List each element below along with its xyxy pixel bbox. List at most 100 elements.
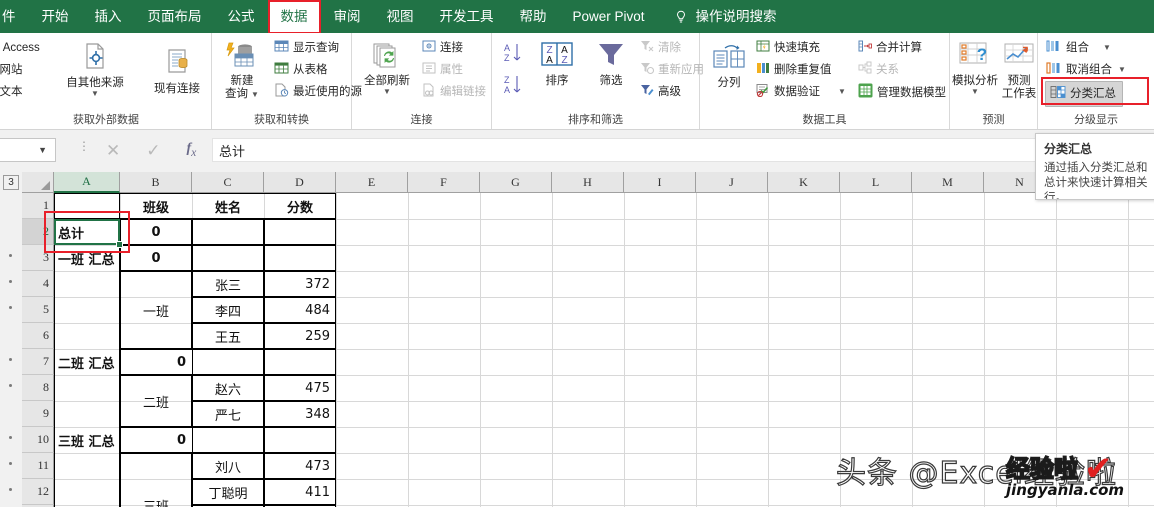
tab-home[interactable]: 开始 <box>29 0 82 33</box>
chevron-down-icon[interactable]: ▼ <box>38 145 47 155</box>
outline-level-button-3[interactable]: 3 <box>3 175 19 190</box>
function-icon[interactable]: fx <box>187 141 197 159</box>
tab-review[interactable]: 审阅 <box>321 0 374 33</box>
cancel-icon[interactable]: ✕ <box>106 142 120 159</box>
column-header-D[interactable]: D <box>264 172 336 193</box>
flash-fill-button[interactable]: 快速填充 <box>756 39 820 57</box>
cell-C11[interactable]: 刘八 <box>192 453 264 479</box>
active-cell-selection[interactable] <box>54 219 120 245</box>
new-query-button[interactable]: 新建 查询 ▼ <box>216 41 268 101</box>
row-header-2[interactable]: 2 <box>22 219 54 245</box>
cell-D11[interactable]: 473 <box>264 453 330 479</box>
from-text-button[interactable]: 自文本 <box>0 83 23 101</box>
consolidate-button[interactable]: 合并计算 <box>858 39 922 57</box>
row-header-1[interactable]: 1 <box>22 193 54 219</box>
cell-B1[interactable]: 班级 <box>120 193 192 219</box>
chevron-down-icon[interactable]: ▼ <box>1118 66 1126 74</box>
sort-az-button[interactable]: AZ <box>502 41 522 69</box>
from-web-button[interactable]: 自网站 <box>0 61 23 79</box>
show-queries-button[interactable]: 显示查询 <box>274 39 339 57</box>
cell-D9[interactable]: 348 <box>264 401 330 427</box>
formula-input[interactable]: 总计 <box>212 138 1148 162</box>
cell-C1[interactable]: 姓名 <box>192 193 264 219</box>
cell-B2[interactable]: 0 <box>120 219 192 245</box>
from-other-sources-button[interactable]: 自其他来源 ▼ <box>60 41 130 98</box>
cell-D1[interactable]: 分数 <box>264 193 336 219</box>
column-header-B[interactable]: B <box>120 172 192 193</box>
advanced-filter-button[interactable]: 高级 <box>640 83 681 101</box>
cell-B4[interactable]: 一班 <box>120 271 192 349</box>
row-header-9[interactable]: 9 <box>22 401 54 427</box>
chevron-down-icon[interactable]: ▼ <box>1103 44 1111 52</box>
name-box[interactable]: ▼ <box>0 138 56 162</box>
column-header-M[interactable]: M <box>912 172 984 193</box>
column-header-G[interactable]: G <box>480 172 552 193</box>
cell-C12[interactable]: 丁聪明 <box>192 479 264 505</box>
column-header-I[interactable]: I <box>624 172 696 193</box>
forecast-sheet-button[interactable]: 预测 工作表 <box>1000 41 1038 101</box>
cell-D5[interactable]: 484 <box>264 297 330 323</box>
connections-button[interactable]: 连接 <box>422 39 463 57</box>
formula-bar-handle[interactable]: ⋮ <box>78 140 90 152</box>
row-header-6[interactable]: 6 <box>22 323 54 349</box>
data-validation-button[interactable]: 数据验证 ▼ <box>756 83 846 101</box>
manage-data-model-button[interactable]: 管理数据模型 <box>858 83 946 102</box>
cell-B11[interactable]: 三班 <box>120 453 192 507</box>
column-header-A[interactable]: A <box>54 172 120 193</box>
row-header-8[interactable]: 8 <box>22 375 54 401</box>
cell-C8[interactable]: 赵六 <box>192 375 264 401</box>
from-access-button[interactable]: A 自 Access <box>0 39 40 57</box>
cell-B3[interactable]: 0 <box>120 245 192 271</box>
column-header-L[interactable]: L <box>840 172 912 193</box>
subtotal-button[interactable]: 分类汇总 <box>1045 81 1123 107</box>
sort-button[interactable]: ZAAZ 排序 <box>534 41 580 88</box>
tell-me-search[interactable]: 操作说明搜索 <box>658 0 790 33</box>
tab-data[interactable]: 数据 <box>267 0 321 34</box>
cell-B10[interactable]: 0 <box>120 427 186 453</box>
column-header-E[interactable]: E <box>336 172 408 193</box>
tab-view[interactable]: 视图 <box>374 0 427 33</box>
chevron-down-icon[interactable]: ▼ <box>838 88 846 96</box>
cell-C5[interactable]: 李四 <box>192 297 264 323</box>
cell-C4[interactable]: 张三 <box>192 271 264 297</box>
chevron-down-icon[interactable]: ▼ <box>251 90 259 99</box>
cell-D6[interactable]: 259 <box>264 323 330 349</box>
chevron-down-icon[interactable]: ▼ <box>971 88 979 96</box>
row-header-7[interactable]: 7 <box>22 349 54 375</box>
tab-pagelayout[interactable]: 页面布局 <box>135 0 215 33</box>
chevron-down-icon[interactable]: ▼ <box>383 88 391 96</box>
confirm-icon[interactable]: ✓ <box>146 142 160 159</box>
chevron-down-icon[interactable]: ▼ <box>91 90 99 98</box>
row-header-3[interactable]: 3 <box>22 245 54 271</box>
tab-help[interactable]: 帮助 <box>507 0 560 33</box>
cell-D8[interactable]: 475 <box>264 375 330 401</box>
cell-D4[interactable]: 372 <box>264 271 330 297</box>
group-button[interactable]: 组合 ▼ <box>1046 39 1111 57</box>
row-header-4[interactable]: 4 <box>22 271 54 297</box>
filter-button[interactable]: 筛选 <box>588 41 634 88</box>
text-to-columns-button[interactable]: 分列 <box>708 45 750 90</box>
cell-B8[interactable]: 二班 <box>120 375 192 427</box>
tab-powerpivot[interactable]: Power Pivot <box>560 0 658 33</box>
tab-developer[interactable]: 开发工具 <box>427 0 507 33</box>
column-header-C[interactable]: C <box>192 172 264 193</box>
ungroup-button[interactable]: 取消组合 ▼ <box>1046 61 1126 79</box>
recent-sources-button[interactable]: 最近使用的源 <box>274 83 362 101</box>
column-header-F[interactable]: F <box>408 172 480 193</box>
from-table-button[interactable]: 从表格 <box>274 61 328 79</box>
cell-C6[interactable]: 王五 <box>192 323 264 349</box>
existing-connections-button[interactable]: 现有连接 <box>146 47 208 96</box>
what-if-analysis-button[interactable]: ? 模拟分析 ▼ <box>952 41 998 96</box>
remove-duplicates-button[interactable]: 删除重复值 <box>756 61 832 79</box>
column-header-K[interactable]: K <box>768 172 840 193</box>
cell-B7[interactable]: 0 <box>120 349 186 375</box>
column-header-H[interactable]: H <box>552 172 624 193</box>
row-header-5[interactable]: 5 <box>22 297 54 323</box>
cell-C9[interactable]: 严七 <box>192 401 264 427</box>
select-all-corner[interactable] <box>22 172 54 193</box>
sort-za-button[interactable]: ZA <box>502 73 522 101</box>
refresh-all-button[interactable]: 全部刷新 ▼ <box>356 43 418 96</box>
cell-D12[interactable]: 411 <box>264 479 330 505</box>
tab-file[interactable]: 件 <box>0 0 29 33</box>
tab-formulas[interactable]: 公式 <box>215 0 268 33</box>
